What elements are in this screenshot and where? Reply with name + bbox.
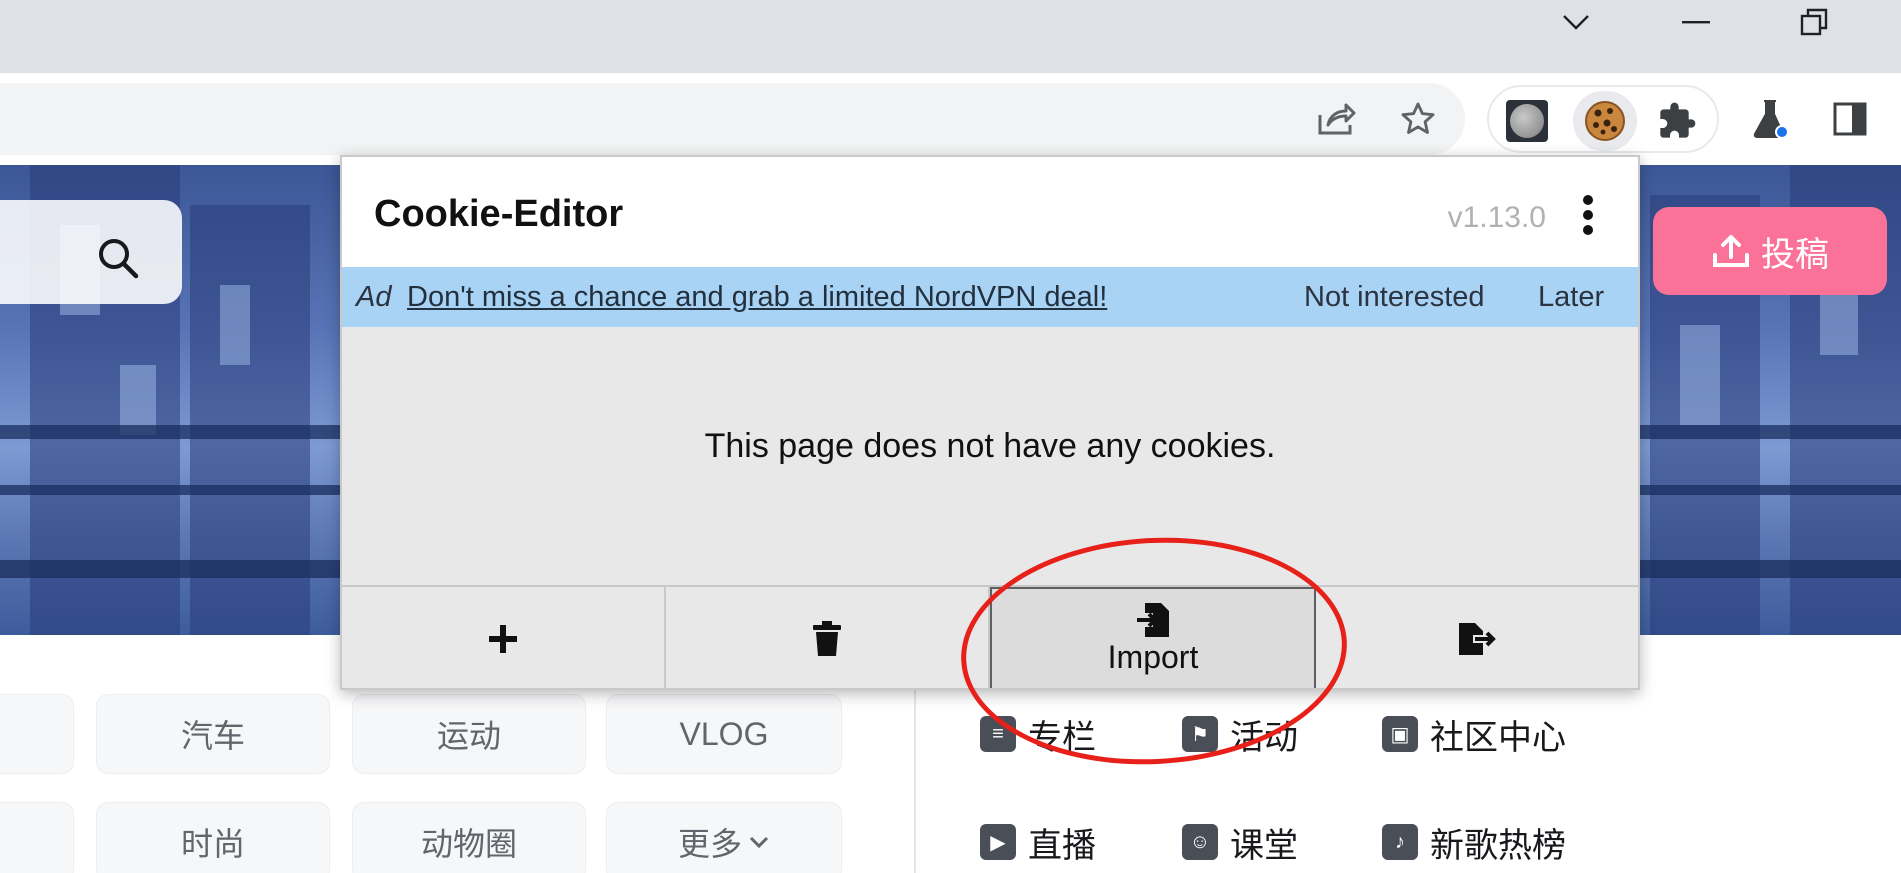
- browser-titlebar: [0, 0, 1901, 73]
- export-button[interactable]: [1316, 587, 1638, 688]
- ad-tag: Ad: [356, 281, 392, 313]
- category-chip[interactable]: 汽车: [96, 694, 330, 774]
- add-cookie-button[interactable]: [342, 587, 666, 688]
- category-chip[interactable]: [0, 802, 74, 873]
- plus-icon: [489, 624, 517, 653]
- delete-all-button[interactable]: [666, 587, 990, 688]
- community-icon: ▣: [1382, 716, 1418, 752]
- column-icon: ≡: [980, 716, 1016, 752]
- file-export-icon: [1459, 622, 1496, 655]
- side-link-column[interactable]: ≡ 专栏: [980, 706, 1096, 762]
- category-chip[interactable]: 动物圈: [352, 802, 586, 873]
- version-label: v1.13.0: [1447, 201, 1546, 234]
- side-link-activity[interactable]: ⚑ 活动: [1182, 706, 1298, 762]
- cookie-editor-extension-icon[interactable]: [1573, 91, 1637, 151]
- bookmark-star-icon[interactable]: [1390, 91, 1446, 147]
- chevron-down-icon: [749, 836, 769, 849]
- extension-globe-icon[interactable]: [1499, 93, 1555, 149]
- category-chip[interactable]: 时尚: [96, 802, 330, 873]
- upload-button[interactable]: 投稿: [1653, 207, 1887, 295]
- category-chip[interactable]: [0, 694, 74, 774]
- music-note-icon: ♪: [1382, 824, 1418, 860]
- file-import-icon: [1137, 603, 1169, 637]
- ad-banner: Ad Don't miss a chance and grab a limite…: [342, 267, 1638, 327]
- side-link-live[interactable]: ▶ 直播: [980, 814, 1096, 870]
- ad-link[interactable]: Don't miss a chance and grab a limited N…: [407, 281, 1107, 314]
- flag-icon: ⚑: [1182, 716, 1218, 752]
- chrome-labs-flask-icon[interactable]: [1742, 91, 1798, 147]
- not-interested-button[interactable]: Not interested: [1304, 281, 1485, 314]
- more-categories-chip[interactable]: 更多: [606, 802, 842, 873]
- popup-title: Cookie-Editor: [374, 193, 624, 235]
- address-bar[interactable]: [0, 83, 1465, 155]
- category-chip[interactable]: 运动: [352, 694, 586, 774]
- category-chip[interactable]: VLOG: [606, 694, 842, 774]
- tab-search-icon[interactable]: [1546, 0, 1606, 44]
- side-panel-icon[interactable]: [1822, 91, 1878, 147]
- side-link-music-chart[interactable]: ♪ 新歌热榜: [1382, 814, 1566, 870]
- side-link-community[interactable]: ▣ 社区中心: [1382, 706, 1566, 762]
- share-icon[interactable]: [1308, 91, 1364, 147]
- upload-button-label: 投稿: [1761, 235, 1829, 274]
- minimize-icon[interactable]: [1666, 0, 1726, 44]
- more-menu-icon[interactable]: [1582, 195, 1594, 235]
- page-search-box[interactable]: [0, 200, 182, 304]
- import-button-label: Import: [1107, 639, 1199, 675]
- popup-footer: Import: [342, 585, 1638, 688]
- extensions-puzzle-icon[interactable]: [1649, 93, 1705, 149]
- restore-icon[interactable]: [1784, 0, 1844, 44]
- popup-header: Cookie-Editor v1.13.0: [342, 157, 1638, 267]
- upload-icon: [1713, 235, 1749, 267]
- side-link-classroom[interactable]: ☺ 课堂: [1182, 814, 1298, 870]
- smile-icon: ☺: [1182, 824, 1218, 860]
- later-button[interactable]: Later: [1538, 281, 1604, 314]
- browser-toolbar: [0, 73, 1901, 165]
- search-icon[interactable]: [96, 236, 140, 285]
- trash-icon: [813, 620, 841, 656]
- import-button[interactable]: Import: [990, 587, 1316, 688]
- video-camera-icon: ▶: [980, 824, 1016, 860]
- empty-cookies-message: This page does not have any cookies.: [704, 427, 1276, 465]
- cookie-editor-popup: Cookie-Editor v1.13.0 Ad Don't miss a ch…: [340, 155, 1640, 690]
- extensions-pinned-group: [1487, 85, 1719, 153]
